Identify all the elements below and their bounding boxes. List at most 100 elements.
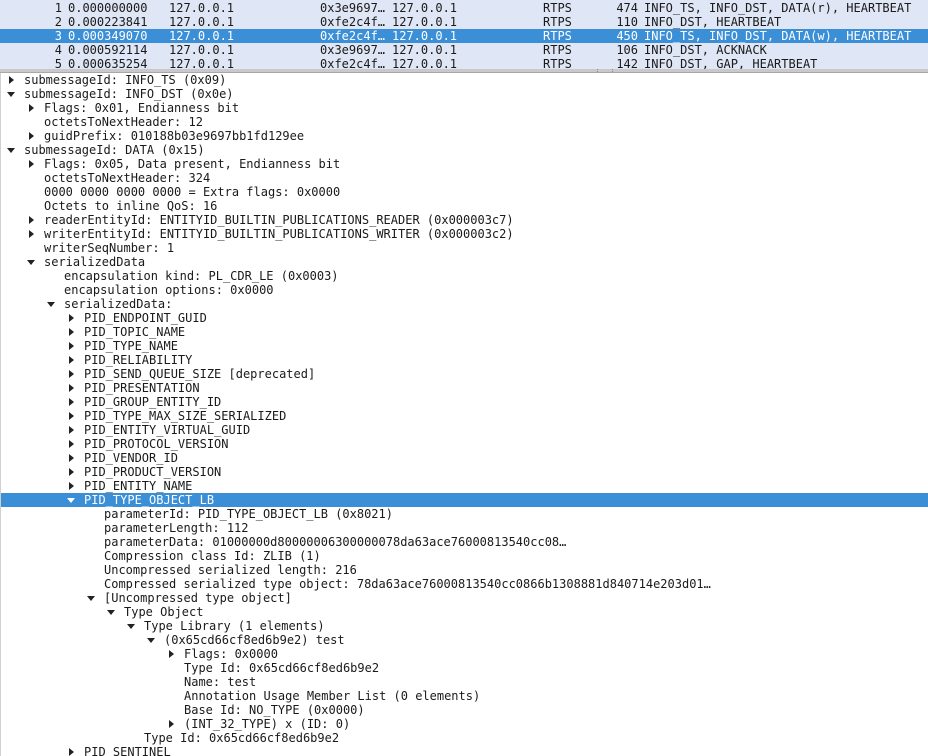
tree-row[interactable]: Uncompressed serialized length: 216 [0, 563, 928, 577]
expand-arrow-right-icon[interactable] [66, 409, 76, 423]
tree-row-label: Uncompressed serialized length: 216 [104, 563, 357, 577]
tree-row[interactable]: PID_ENDPOINT_GUID [0, 311, 928, 325]
tree-row[interactable]: parameterData: 01000000d8000000630000007… [0, 535, 928, 549]
splitter-grip[interactable] [597, 69, 613, 72]
packet-details-tree[interactable]: submessageId: INFO_TS (0x09) submessageId… [0, 73, 928, 756]
expand-arrow-down-icon[interactable] [6, 87, 16, 101]
expand-arrow-right-icon[interactable] [66, 381, 76, 395]
tree-row[interactable]: [Uncompressed type object] [0, 591, 928, 605]
expand-arrow-down-icon[interactable] [26, 255, 36, 269]
tree-row[interactable]: writerEntityId: ENTITYID_BUILTIN_PUBLICA… [0, 227, 928, 241]
tree-row[interactable]: encapsulation kind: PL_CDR_LE (0x0003) [0, 269, 928, 283]
tree-row[interactable]: Type Object [0, 605, 928, 619]
packet-row[interactable]: 3 0.000349070 127.0.0.1 0xfe2c4f… 127.0.0.1 R… [0, 29, 928, 43]
tree-row[interactable]: serializedData [0, 255, 928, 269]
packet-row[interactable]: 1 0.000000000 127.0.0.1 0x3e9697… 127.0.0.1 R… [0, 1, 928, 15]
expand-arrow-right-icon[interactable] [6, 73, 16, 87]
expand-arrow-right-icon[interactable] [166, 647, 176, 661]
tree-row[interactable]: Base Id: NO_TYPE (0x0000) [0, 703, 928, 717]
packet-list[interactable]: 1 0.000000000 127.0.0.1 0x3e9697… 127.0.0.1 R… [0, 0, 928, 69]
tree-row[interactable]: Type Library (1 elements) [0, 619, 928, 633]
expand-arrow-right-icon[interactable] [66, 423, 76, 437]
tree-row[interactable]: octetsToNextHeader: 12 [0, 115, 928, 129]
expand-arrow-right-icon[interactable] [66, 367, 76, 381]
expand-arrow-down-icon[interactable] [126, 619, 136, 633]
expand-arrow-right-icon[interactable] [66, 339, 76, 353]
tree-row[interactable]: PID_TOPIC_NAME [0, 325, 928, 339]
tree-row[interactable]: guidPrefix: 010188b03e9697bb1fd129ee [0, 129, 928, 143]
expand-arrow-right-icon[interactable] [66, 353, 76, 367]
expand-arrow-right-icon[interactable] [26, 129, 36, 143]
tree-row[interactable]: submessageId: INFO_DST (0x0e) [0, 87, 928, 101]
expand-arrow-right-icon[interactable] [26, 101, 36, 115]
tree-row[interactable]: (0x65cd66cf8ed6b9e2) test [0, 633, 928, 647]
tree-row[interactable]: Flags: 0x0000 [0, 647, 928, 661]
expand-arrow-right-icon[interactable] [66, 479, 76, 493]
tree-row[interactable]: Annotation Usage Member List (0 elements… [0, 689, 928, 703]
tree-row-label: PID_PRESENTATION [84, 381, 200, 395]
tree-row[interactable]: PID_PROTOCOL_VERSION [0, 437, 928, 451]
tree-row[interactable]: PID_TYPE_OBJECT_LB [0, 493, 928, 507]
expand-arrow-right-icon[interactable] [166, 717, 176, 731]
tree-row[interactable]: parameterLength: 112 [0, 521, 928, 535]
tree-row[interactable]: PID_SEND_QUEUE_SIZE [deprecated] [0, 367, 928, 381]
expand-arrow-right-icon[interactable] [66, 437, 76, 451]
tree-row-label: Flags: 0x05, Data present, Endianness bi… [44, 157, 341, 171]
expand-arrow-right-icon[interactable] [66, 465, 76, 479]
packet-row[interactable]: 2 0.000223841 127.0.0.1 0xfe2c4f… 127.0.0.1 R… [0, 15, 928, 29]
tree-row[interactable]: PID_TYPE_MAX_SIZE_SERIALIZED [0, 409, 928, 423]
tree-row[interactable]: serializedData: [0, 297, 928, 311]
tree-row[interactable]: PID_VENDOR_ID [0, 451, 928, 465]
tree-row[interactable]: PID_ENTITY_VIRTUAL_GUID [0, 423, 928, 437]
expand-arrow-right-icon[interactable] [66, 745, 76, 756]
tree-row[interactable]: parameterId: PID_TYPE_OBJECT_LB (0x8021) [0, 507, 928, 521]
tree-row-label: writerSeqNumber: 1 [44, 241, 175, 255]
tree-row[interactable]: PID_ENTITY_NAME [0, 479, 928, 493]
expand-arrow-right-icon[interactable] [66, 311, 76, 325]
tree-row[interactable]: Type Id: 0x65cd66cf8ed6b9e2 [0, 661, 928, 675]
tree-row[interactable]: encapsulation options: 0x0000 [0, 283, 928, 297]
expand-arrow-right-icon[interactable] [66, 325, 76, 339]
expand-arrow-right-icon[interactable] [26, 157, 36, 171]
tree-row[interactable]: (INT_32_TYPE) x (ID: 0) [0, 717, 928, 731]
tree-row-label: submessageId: INFO_TS (0x09) [24, 73, 227, 87]
tree-row[interactable]: PID_PRESENTATION [0, 381, 928, 395]
expand-arrow-right-icon[interactable] [66, 395, 76, 409]
tree-row[interactable]: PID_SENTINEL [0, 745, 928, 756]
tree-row[interactable]: Flags: 0x05, Data present, Endianness bi… [0, 157, 928, 171]
tree-row[interactable]: Type Id: 0x65cd66cf8ed6b9e2 [0, 731, 928, 745]
tree-row[interactable]: submessageId: INFO_TS (0x09) [0, 73, 928, 87]
packet-dst-cell: 0xfe2c4f… [320, 29, 386, 43]
tree-row-label: PID_SEND_QUEUE_SIZE [deprecated] [84, 367, 316, 381]
expand-arrow-down-icon[interactable] [6, 143, 16, 157]
expand-arrow-down-icon[interactable] [146, 633, 156, 647]
tree-row[interactable]: writerSeqNumber: 1 [0, 241, 928, 255]
tree-row-label: PID_ENDPOINT_GUID [84, 311, 207, 325]
tree-row[interactable]: PID_PRODUCT_VERSION [0, 465, 928, 479]
expand-arrow-down-icon[interactable] [66, 493, 76, 507]
packet-no-cell: 4 [54, 43, 62, 57]
tree-row[interactable]: PID_TYPE_NAME [0, 339, 928, 353]
tree-row[interactable]: submessageId: DATA (0x15) [0, 143, 928, 157]
tree-row[interactable]: PID_RELIABILITY [0, 353, 928, 367]
expand-arrow-right-icon[interactable] [66, 451, 76, 465]
tree-row-label: PID_TYPE_MAX_SIZE_SERIALIZED [84, 409, 287, 423]
expand-arrow-down-icon[interactable] [106, 605, 116, 619]
tree-row[interactable]: Compressed serialized type object: 78da6… [0, 577, 928, 591]
expand-arrow-down-icon[interactable] [86, 591, 96, 605]
packet-row[interactable]: 4 0.000592114 127.0.0.1 0x3e9697… 127.0.0.1 R… [0, 43, 928, 57]
packet-row[interactable]: 5 0.000635254 127.0.0.1 0xfe2c4f… 127.0.0.1 R… [0, 57, 928, 69]
expand-arrow-right-icon[interactable] [26, 227, 36, 241]
tree-row[interactable]: 0000 0000 0000 0000 = Extra flags: 0x000… [0, 185, 928, 199]
tree-row[interactable]: Octets to inline QoS: 16 [0, 199, 928, 213]
tree-row[interactable]: octetsToNextHeader: 324 [0, 171, 928, 185]
tree-row[interactable]: Flags: 0x01, Endianness bit [0, 101, 928, 115]
tree-row-label: PID_VENDOR_ID [84, 451, 178, 465]
tree-row[interactable]: readerEntityId: ENTITYID_BUILTIN_PUBLICA… [0, 213, 928, 227]
expand-arrow-right-icon[interactable] [26, 213, 36, 227]
expand-arrow-down-icon[interactable] [46, 297, 56, 311]
tree-row[interactable]: Name: test [0, 675, 928, 689]
tree-row[interactable]: Compression class Id: ZLIB (1) [0, 549, 928, 563]
tree-row[interactable]: PID_GROUP_ENTITY_ID [0, 395, 928, 409]
tree-row-label: Type Id: 0x65cd66cf8ed6b9e2 [144, 731, 340, 745]
